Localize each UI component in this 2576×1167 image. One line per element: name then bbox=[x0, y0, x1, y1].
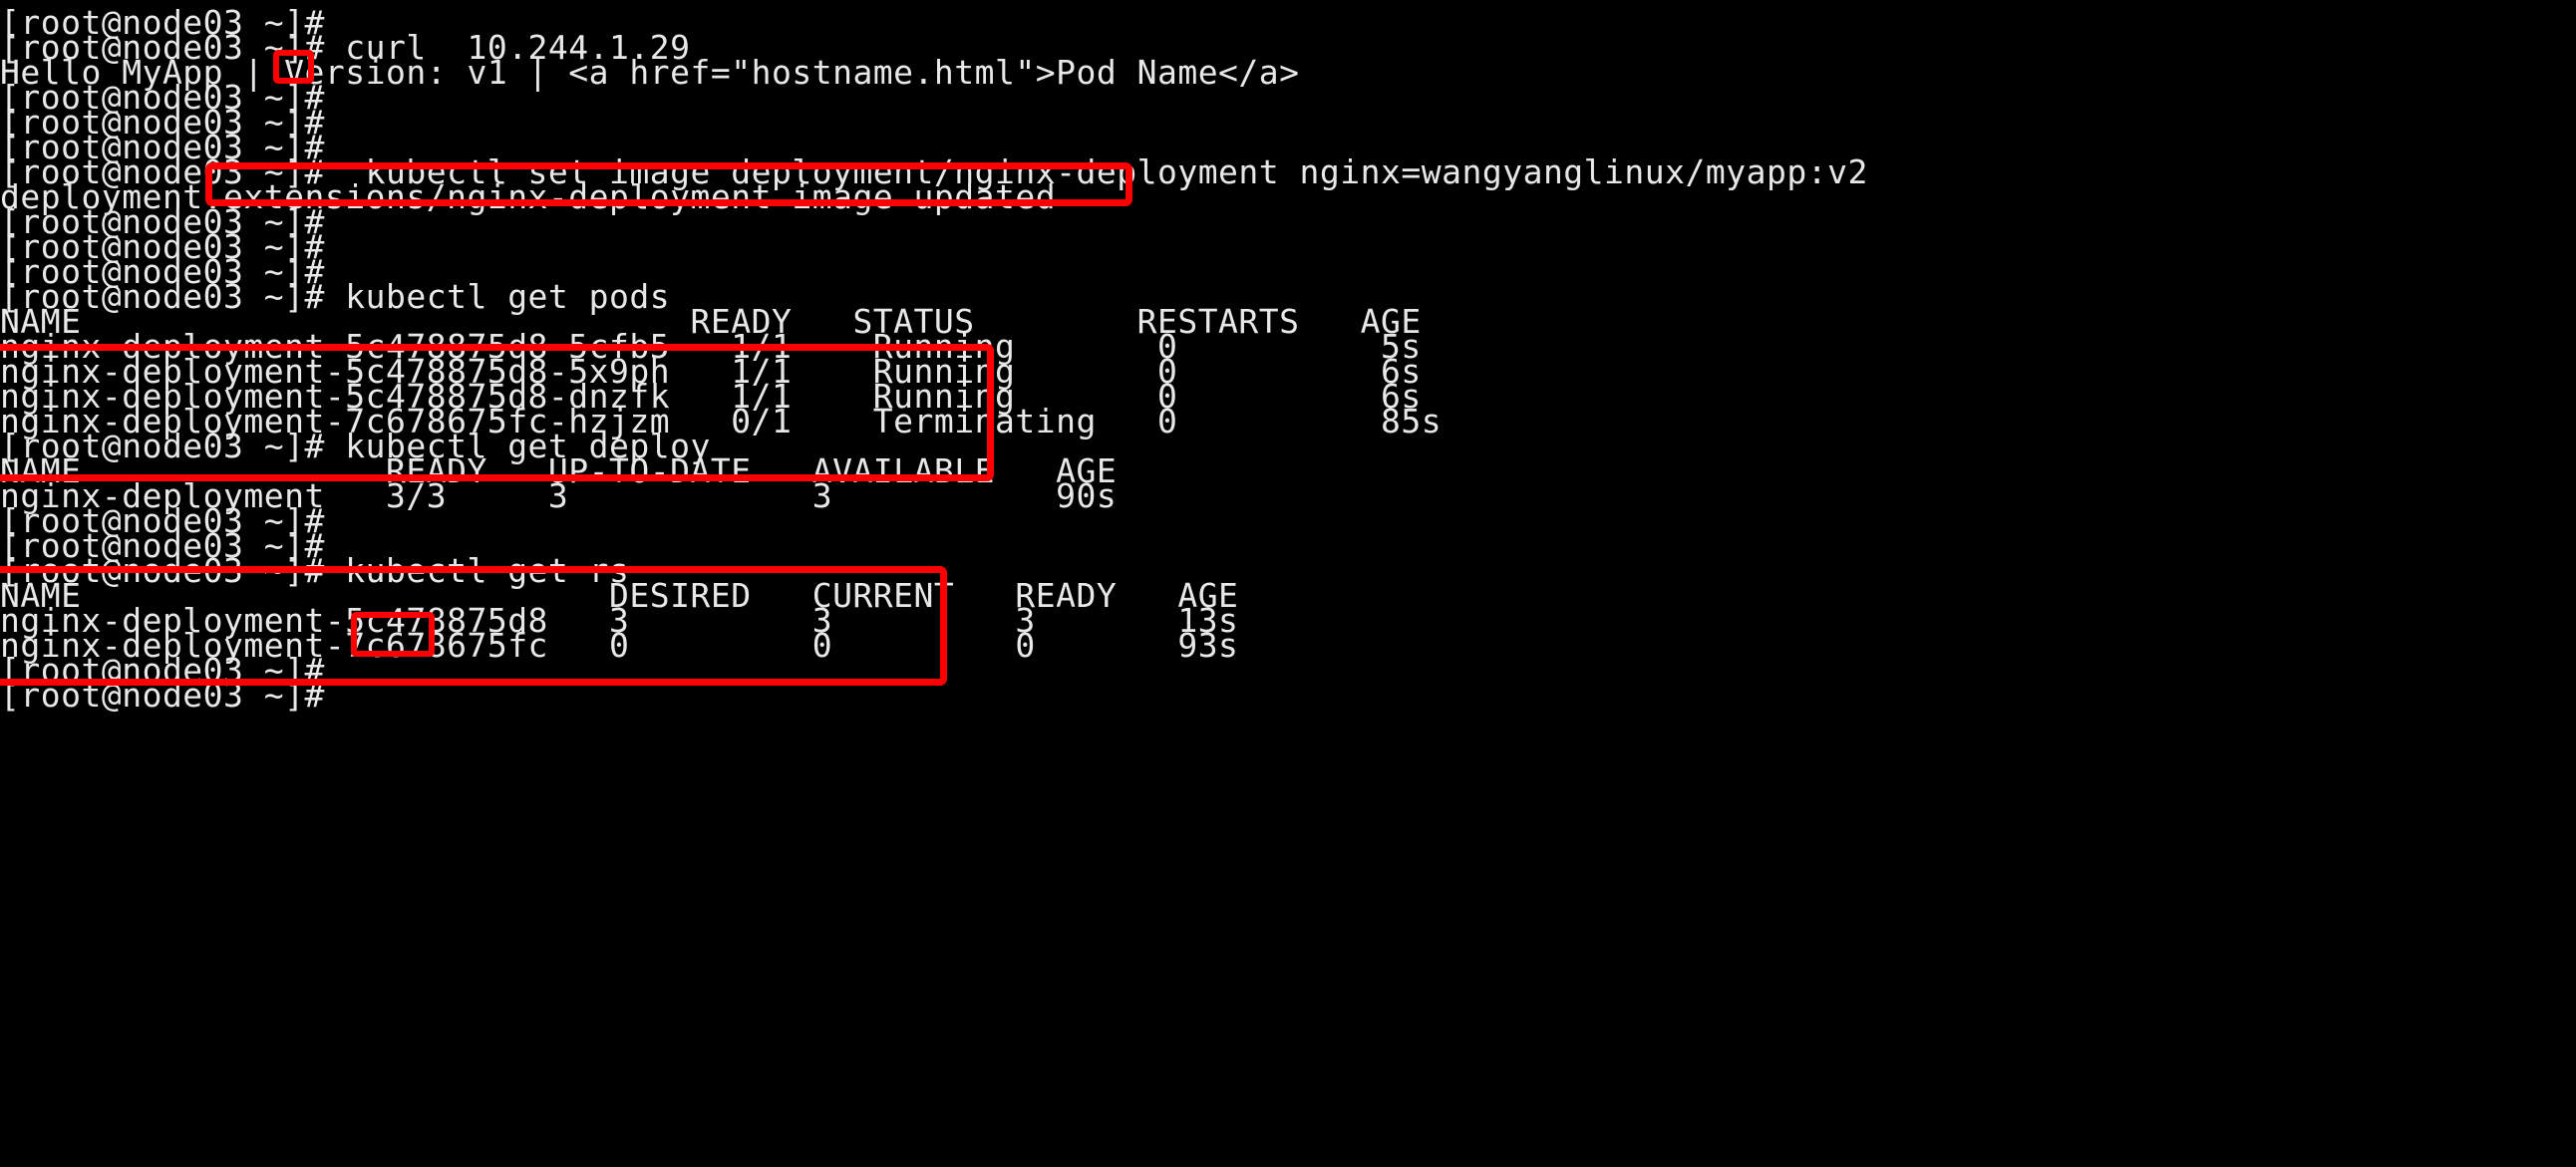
terminal-line: [root@node03 ~]# bbox=[0, 676, 325, 715]
terminal-window[interactable]: [root@node03 ~]# [root@node03 ~]# curl 1… bbox=[0, 0, 2576, 1167]
